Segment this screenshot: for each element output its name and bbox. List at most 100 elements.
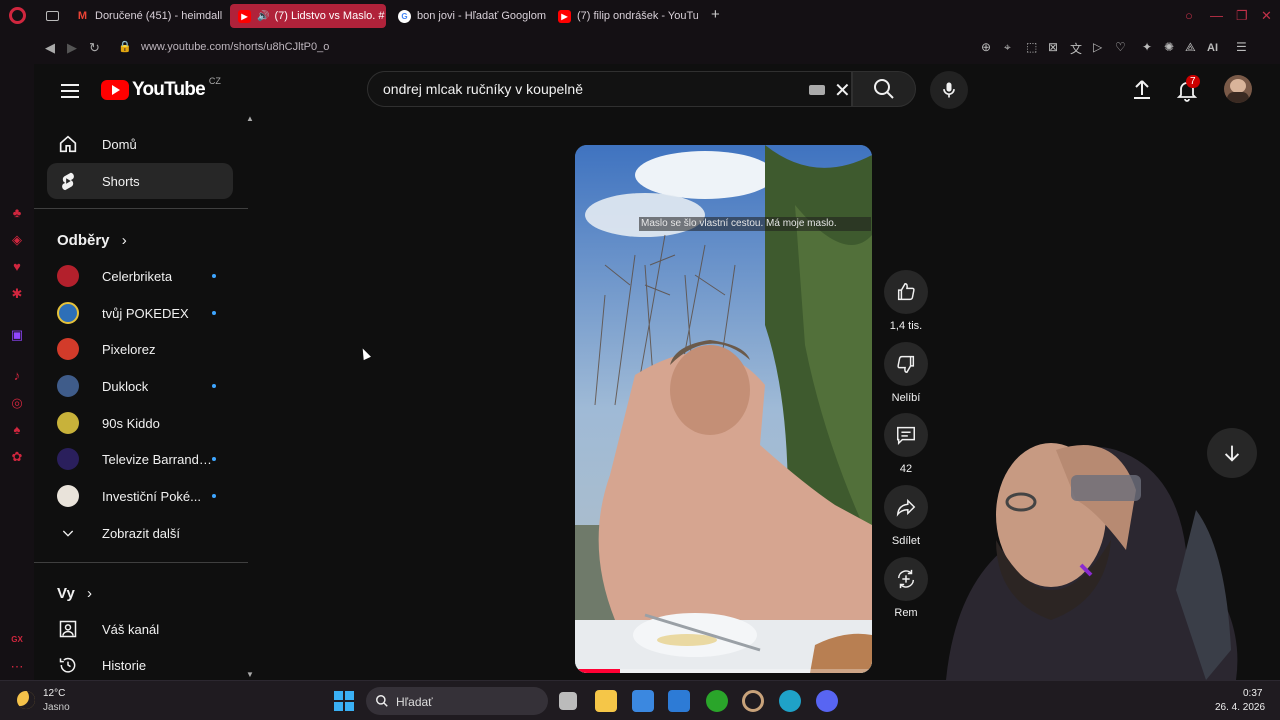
windows-start-icon[interactable] <box>334 691 354 711</box>
taskbar-search-placeholder: Hľadať <box>396 695 433 709</box>
edge-icon[interactable] <box>779 690 801 712</box>
clear-search-icon[interactable]: ✕ <box>834 78 851 103</box>
like-button[interactable] <box>884 270 928 314</box>
guide-item-label: Historie <box>102 657 147 673</box>
sidebar-app-icon[interactable]: ♥ <box>9 259 25 275</box>
search-box[interactable]: ondrej mlcak ručníky v koupelně ✕ <box>367 71 852 107</box>
sidebar-app-icon[interactable]: ♪ <box>9 368 25 384</box>
file-explorer-icon[interactable] <box>595 690 617 712</box>
reload-icon[interactable]: ↻ <box>89 40 100 56</box>
search-tabs-icon[interactable]: ○ <box>1185 8 1193 23</box>
settings-icon[interactable]: ✿ <box>9 449 25 465</box>
scroll-down-icon[interactable]: ▼ <box>246 670 254 679</box>
store-icon[interactable] <box>632 690 654 712</box>
subscription-item[interactable]: Pixelorez <box>47 331 233 367</box>
channel-name: Televize Barrandov <box>102 451 212 467</box>
video-progress-bar[interactable] <box>575 669 872 673</box>
tab-list-icon[interactable] <box>46 11 59 21</box>
upload-icon[interactable] <box>1130 78 1154 102</box>
clock-time[interactable]: 0:37 <box>1243 688 1262 699</box>
opera-logo-icon[interactable] <box>9 7 26 24</box>
you-header[interactable]: Vy › <box>57 585 92 602</box>
shorts-icon <box>56 169 80 193</box>
channel-avatar <box>56 447 80 471</box>
zoom-icon[interactable]: ⊕ <box>981 40 991 54</box>
discord-icon[interactable] <box>816 690 838 712</box>
tab-youtube-active[interactable]: ▶ 🔊 (7) Lidstvo vs Maslo. # <box>230 4 386 28</box>
tab-title: (7) Lidstvo vs Maslo. # <box>274 10 385 22</box>
twitch-icon[interactable]: ▣ <box>9 327 25 343</box>
speaker-icon[interactable]: 🔊 <box>257 11 269 22</box>
channel-name: Pixelorez <box>102 341 156 357</box>
subscription-item[interactable]: Televize Barrandov <box>47 441 233 477</box>
subscriptions-header[interactable]: Odběry › <box>57 232 127 249</box>
subscription-item[interactable]: Investiční Poké... <box>47 478 233 514</box>
subscription-item[interactable]: Duklock <box>47 368 233 404</box>
sidebar-app-icon[interactable]: ♣ <box>9 205 25 221</box>
tab-gmail[interactable]: M Doručené (451) - heimdall <box>68 4 228 28</box>
show-more-button[interactable]: Zobrazit další <box>47 515 233 551</box>
voice-search-button[interactable] <box>930 71 968 109</box>
mail-icon[interactable] <box>668 690 690 712</box>
tab-google[interactable]: G bon jovi - Hľadať Googlom <box>390 4 550 28</box>
maximize-button[interactable]: ❐ <box>1236 8 1248 24</box>
youtube-logo[interactable]: YouTube CZ <box>101 76 221 102</box>
task-view-icon[interactable] <box>559 692 577 710</box>
weather-description[interactable]: Jasno <box>43 702 70 713</box>
sidebar-app-icon[interactable]: ✱ <box>9 286 25 302</box>
guide-item-label: Shorts <box>102 173 140 189</box>
pin-icon[interactable]: ⌖ <box>1004 40 1011 55</box>
sidebar-app-icon[interactable]: ◎ <box>9 395 25 411</box>
video-progress-fill <box>575 669 620 673</box>
minimize-button[interactable]: — <box>1210 8 1223 23</box>
guide-item-your-channel[interactable]: Váš kanál <box>47 611 233 647</box>
more-icon[interactable]: ⋯ <box>9 659 25 675</box>
guide-item-history[interactable]: Historie <box>47 647 233 683</box>
moon-weather-icon[interactable] <box>17 691 35 709</box>
sidebar-app-icon[interactable]: ♠ <box>9 422 25 438</box>
extension-icon[interactable]: ✦ <box>1142 40 1152 54</box>
heart-icon[interactable]: ♡ <box>1115 40 1126 54</box>
gx-icon[interactable]: GX <box>9 632 25 648</box>
back-icon[interactable]: ◀ <box>45 40 55 56</box>
shorts-video-player[interactable]: Maslo se šlo vlastní cestou. Má moje mas… <box>575 145 872 673</box>
sidebar-app-icon[interactable]: ◈ <box>9 232 25 248</box>
channel-avatar <box>56 337 80 361</box>
subscription-item[interactable]: Celerbriketa <box>47 258 233 294</box>
opera-gx-icon[interactable] <box>742 690 764 712</box>
guide-item-home[interactable]: Domů <box>47 126 233 162</box>
search-input[interactable]: ondrej mlcak ručníky v koupelně <box>383 81 583 97</box>
avatar[interactable] <box>1224 75 1252 103</box>
guide-menu-icon[interactable] <box>58 80 82 104</box>
xbox-icon[interactable] <box>706 690 728 712</box>
menu-icon[interactable]: ☰ <box>1236 40 1247 54</box>
dislike-button[interactable] <box>884 342 928 386</box>
extension-icon[interactable]: ⟁ <box>1185 40 1196 55</box>
new-content-dot <box>212 384 216 388</box>
clock-date[interactable]: 26. 4. 2026 <box>1215 702 1265 713</box>
channel-avatar <box>56 264 80 288</box>
tab-youtube[interactable]: ▶ (7) filip ondrášek - YouTube <box>550 4 698 28</box>
extension-icon[interactable]: ✺ <box>1164 40 1174 54</box>
weather-temperature[interactable]: 12°C <box>43 688 65 699</box>
subscription-item[interactable]: tvůj POKEDEX <box>47 295 233 331</box>
taskbar-search[interactable]: Hľadať <box>366 687 548 715</box>
scroll-up-icon[interactable]: ▲ <box>246 114 254 123</box>
send-icon[interactable]: ▷ <box>1093 40 1102 54</box>
url-field[interactable]: www.youtube.com/shorts/u8hCJltP0_o <box>141 41 329 53</box>
search-button[interactable] <box>852 71 916 107</box>
channel-avatar <box>56 301 80 325</box>
new-tab-button[interactable]: + <box>711 6 720 23</box>
adblock-icon[interactable]: ⊠ <box>1048 40 1058 54</box>
translate-icon[interactable]: 文 <box>1070 40 1082 57</box>
subscription-item[interactable]: 90s Kiddo <box>47 405 233 441</box>
ai-button[interactable]: AI <box>1207 40 1218 54</box>
snapshot-icon[interactable]: ⬚ <box>1026 40 1037 54</box>
forward-icon[interactable]: ▶ <box>67 40 77 56</box>
dislike-action: Nelíbí <box>884 342 928 404</box>
video-caption: Maslo se šlo vlastní cestou. Má moje mas… <box>639 217 871 231</box>
close-window-button[interactable]: ✕ <box>1261 8 1272 24</box>
guide-item-shorts[interactable]: Shorts <box>47 163 233 199</box>
notification-badge: 7 <box>1186 75 1200 88</box>
keyboard-icon[interactable] <box>809 85 825 95</box>
